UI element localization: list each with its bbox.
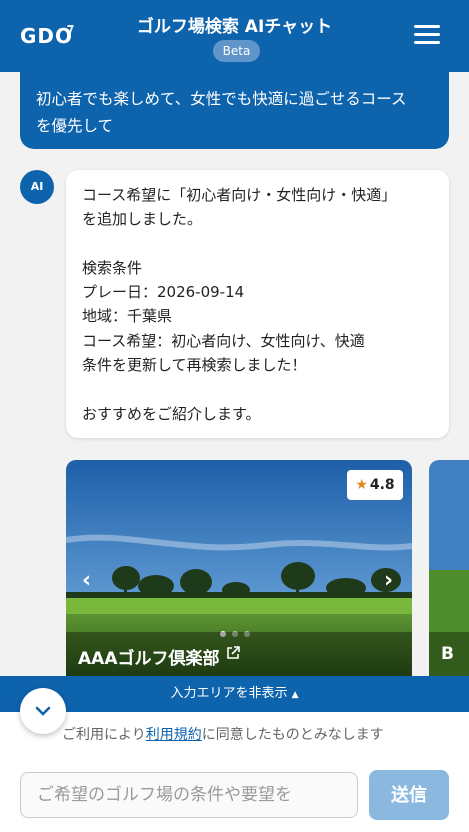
rating-value: 4.8 — [369, 477, 395, 493]
caret-up-icon: ▲ — [291, 690, 299, 700]
ai-message-line: コース希望：初心者向け、女性向け、快適 — [82, 331, 365, 350]
chevron-down-icon — [35, 706, 51, 716]
ai-message-line — [82, 232, 434, 256]
course-name[interactable]: AAAゴルフ倶楽部 — [78, 644, 219, 669]
hide-input-toggle[interactable]: 入力エリアを非表示 ▲ — [0, 676, 469, 712]
ai-avatar: AI — [20, 170, 54, 204]
ai-message-line: コース希望に「初心者向け・女性向け・快適」 — [82, 186, 397, 204]
ai-message-line — [82, 377, 434, 401]
ai-message-line: おすすめをご紹介します。 — [82, 404, 261, 423]
ai-message-line: プレー日：2026-09-14 — [82, 283, 245, 302]
ai-message-line: を追加しました。 — [82, 210, 203, 229]
user-message-bubble: 初心者でも楽しめて、女性でも快適に過ごせるコース を優先して — [20, 72, 449, 149]
ai-message-bubble: コース希望に「初心者向け・女性向け・快適」 を追加しました。 検索条件 プレー日… — [66, 170, 449, 438]
ai-message-line: 条件を更新して再検索しました！ — [82, 356, 307, 375]
course-card[interactable]: ★ 4.8 ‹ › AAAゴルフ倶楽部 — [66, 460, 412, 676]
terms-suffix: に同意したものとみなします — [201, 727, 384, 743]
send-button[interactable]: 送信 — [369, 770, 449, 820]
course-card[interactable]: B — [429, 460, 469, 676]
hamburger-menu-icon[interactable] — [414, 25, 440, 45]
chat-input[interactable] — [20, 772, 358, 818]
terms-notice: ご利用により利用規約に同意したものとみなします — [62, 724, 384, 744]
page-title: ゴルフ場検索 AIチャット — [136, 17, 333, 37]
app-header: GDO ゴルフ場検索 AIチャット Beta — [0, 0, 469, 72]
star-icon: ★ — [355, 477, 368, 493]
scroll-down-button[interactable] — [20, 688, 66, 734]
chevron-left-icon[interactable]: ‹ — [82, 568, 91, 593]
course-name[interactable]: B — [441, 644, 454, 664]
beta-badge: Beta — [213, 40, 260, 62]
terms-link[interactable]: 利用規約 — [146, 727, 202, 743]
rating-badge: ★ 4.8 — [347, 470, 403, 500]
terms-prefix: ご利用により — [62, 727, 146, 743]
user-message-line: 初心者でも楽しめて、女性でも快適に過ごせるコース — [36, 90, 407, 108]
external-link-icon[interactable] — [226, 646, 240, 660]
ai-message-line: 地域：千葉県 — [82, 307, 173, 326]
chevron-right-icon[interactable]: › — [384, 568, 393, 593]
toggle-label: 入力エリアを非表示 — [170, 686, 288, 701]
ai-message-line: 検索条件 — [82, 258, 143, 277]
user-message-line: を優先して — [36, 117, 114, 135]
